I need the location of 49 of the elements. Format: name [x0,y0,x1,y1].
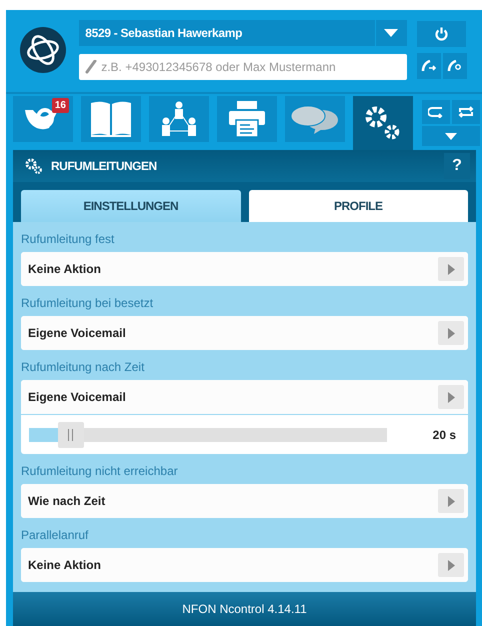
setting-label: Parallelanruf [21,527,90,544]
speech-bubbles-icon [290,104,340,134]
nav-tab[interactable] [353,96,413,150]
tab[interactable]: EINSTELLUNGEN [21,190,240,222]
play-arrow-icon [448,328,454,338]
setting-value: Eigene Voicemail [27,325,127,342]
slider-thumb[interactable] [58,422,84,448]
setting-select[interactable]: Keine Aktion [21,548,468,582]
setting-value: Keine Aktion [27,557,102,574]
caret-icon [384,29,398,37]
setting-label: Rufumleitung fest [21,231,116,248]
setting-value: Wie nach Zeit [27,493,106,510]
setting-select[interactable]: Wie nach Zeit [21,484,468,518]
phone-search-icon[interactable] [446,60,463,72]
search-field[interactable]: z.B. +493012345678 oder Max Mustermann [79,54,407,80]
play-arrow-icon [448,496,454,506]
setting-select[interactable]: Keine Aktion [21,252,468,286]
people-icon [159,101,199,137]
logo-icon [20,27,66,73]
caret-icon[interactable] [445,132,457,140]
version-label: NFON Ncontrol 4.14.11 [182,601,307,618]
redirect-icon[interactable] [428,106,444,118]
setting-label: Rufumleitung nicht erreichbar [21,463,179,480]
setting-select[interactable]: Eigene Voicemail [21,316,468,350]
nav-tab[interactable]: 16 [13,96,73,142]
setting-value: Eigene Voicemail [27,389,127,406]
tab[interactable]: PROFILE [248,190,468,222]
play-arrow-icon [448,392,454,402]
setting-label: Rufumleitung nach Zeit [21,359,146,376]
printer-icon [228,100,266,138]
nav-tab[interactable] [149,96,209,142]
setting-label: Rufumleitung bei besetzt [21,295,154,312]
setting-value: Keine Aktion [27,261,102,278]
time-slider[interactable] [29,422,387,448]
gears-icon [25,158,43,174]
user-dropdown[interactable]: 8529 - Sebastian Hawerkamp [79,20,407,46]
phone-forward-icon[interactable] [420,60,437,72]
power-icon[interactable] [434,27,448,41]
slider-value: 20 s [432,426,456,444]
nav-tab[interactable] [217,96,277,142]
panel-title: RUFUMLEITUNGEN [51,158,157,175]
play-arrow-icon [448,560,454,570]
user-name: 8529 - Sebastian Hawerkamp [84,25,244,42]
count-badge: 16 [52,98,69,113]
play-arrow-icon [448,264,454,274]
nav-tab[interactable] [81,96,141,142]
swap-icon[interactable] [458,106,474,118]
help-button[interactable]: ? [444,153,470,179]
book-icon [89,100,133,138]
